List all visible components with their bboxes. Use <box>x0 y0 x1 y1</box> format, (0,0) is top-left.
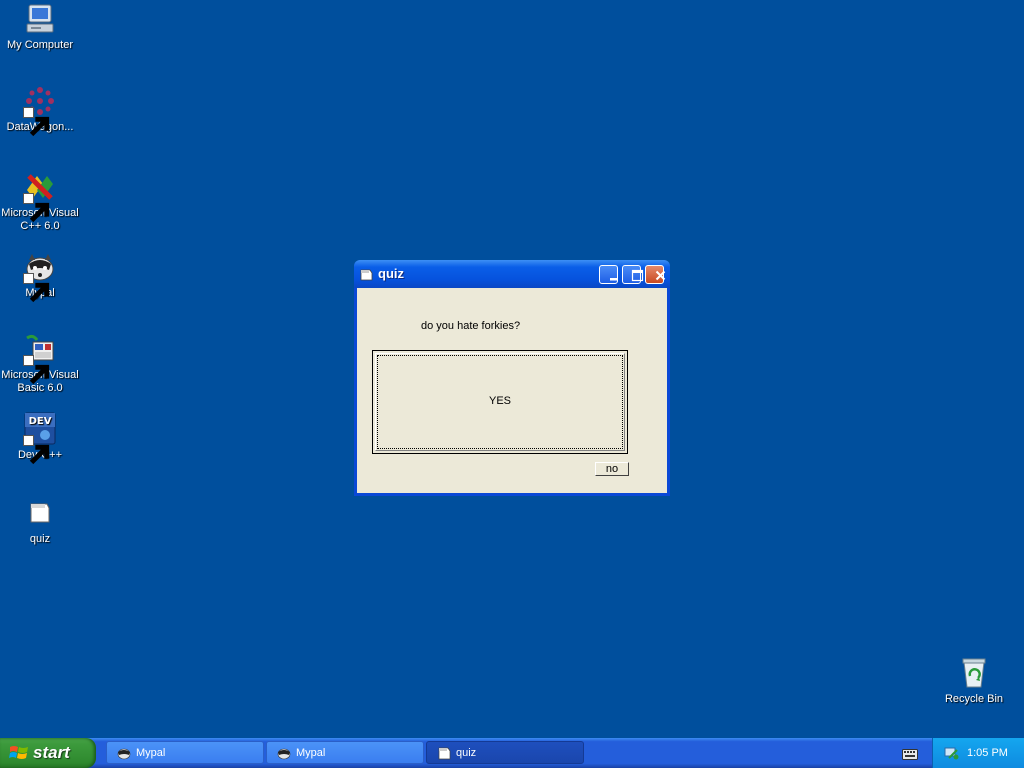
desktop-icon-label: My Computer <box>6 39 74 51</box>
minimize-icon <box>610 278 617 281</box>
datawagon-icon <box>23 84 57 137</box>
system-tray: 1:05 PM <box>932 738 1024 768</box>
svg-text:DEV: DEV <box>29 416 52 427</box>
taskbar-item-mypal-1[interactable]: Mypal <box>106 741 264 764</box>
shortcut-arrow-icon <box>23 107 50 137</box>
desktop-icon-mypal[interactable]: Mypal <box>0 250 80 303</box>
close-icon <box>655 270 666 281</box>
keyboard-icon[interactable] <box>902 747 918 760</box>
taskbar-item-label: Mypal <box>296 747 326 759</box>
mypal-icon <box>276 747 292 760</box>
network-icon[interactable] <box>943 745 959 761</box>
window-title: quiz <box>378 266 404 281</box>
visual-cpp-icon <box>23 170 57 223</box>
taskbar-item-label: Mypal <box>136 747 166 759</box>
windows-logo-icon <box>9 744 29 762</box>
desktop-icon-my-computer[interactable]: My Computer <box>0 2 80 52</box>
mypal-icon <box>116 747 132 760</box>
start-button[interactable]: start <box>0 738 96 768</box>
desktop-icon-label: quiz <box>29 533 51 545</box>
start-label: start <box>33 743 70 762</box>
shortcut-arrow-icon <box>23 193 50 223</box>
recycle-bin-icon <box>957 656 991 690</box>
taskbar-item-quiz[interactable]: quiz <box>426 741 584 764</box>
desktop-icon-visual-basic[interactable]: Microsoft Visual Basic 6.0 <box>0 332 80 395</box>
maximize-button[interactable] <box>622 265 644 284</box>
dev-cpp-icon: DEV <box>23 412 57 465</box>
close-button[interactable] <box>645 265 666 284</box>
shortcut-arrow-icon <box>23 273 50 303</box>
yes-button-label: YES <box>488 395 511 407</box>
minimize-button[interactable] <box>599 265 618 284</box>
desktop-icon-label: Recycle Bin <box>944 693 1004 705</box>
desktop-icon-quiz[interactable]: quiz <box>0 496 80 546</box>
taskbar-item-mypal-2[interactable]: Mypal <box>266 741 424 764</box>
quiz-app-icon <box>436 747 452 760</box>
desktop-icon-dev-cpp[interactable]: DEV Dev-C++ <box>0 412 80 465</box>
title-bar[interactable]: quiz <box>354 260 670 288</box>
shortcut-arrow-icon <box>23 435 50 465</box>
mypal-icon <box>23 250 57 303</box>
visual-basic-icon <box>23 332 57 385</box>
clock[interactable]: 1:05 PM <box>967 747 1008 759</box>
dialog-body: do you hate forkies? YES no <box>357 288 667 493</box>
window-app-icon <box>360 268 373 281</box>
taskbar-item-label: quiz <box>456 747 477 759</box>
no-button[interactable]: no <box>595 462 629 476</box>
maximize-icon <box>631 269 644 282</box>
question-label: do you hate forkies? <box>421 320 521 332</box>
quiz-app-icon <box>23 496 57 530</box>
yes-button[interactable]: YES <box>372 350 628 454</box>
shortcut-arrow-icon <box>23 355 50 385</box>
desktop-icon-recycle-bin[interactable]: Recycle Bin <box>934 656 1014 706</box>
desktop-icon-datawagon[interactable]: DataWagon... <box>0 84 80 137</box>
taskbar: start Mypal Mypal quiz 1:05 PM <box>0 738 1024 768</box>
quiz-window: quiz do you hate forkies? YES no <box>354 260 670 496</box>
my-computer-icon <box>23 2 57 36</box>
desktop-icon-visual-cpp[interactable]: Microsoft Visual C++ 6.0 <box>0 170 80 233</box>
